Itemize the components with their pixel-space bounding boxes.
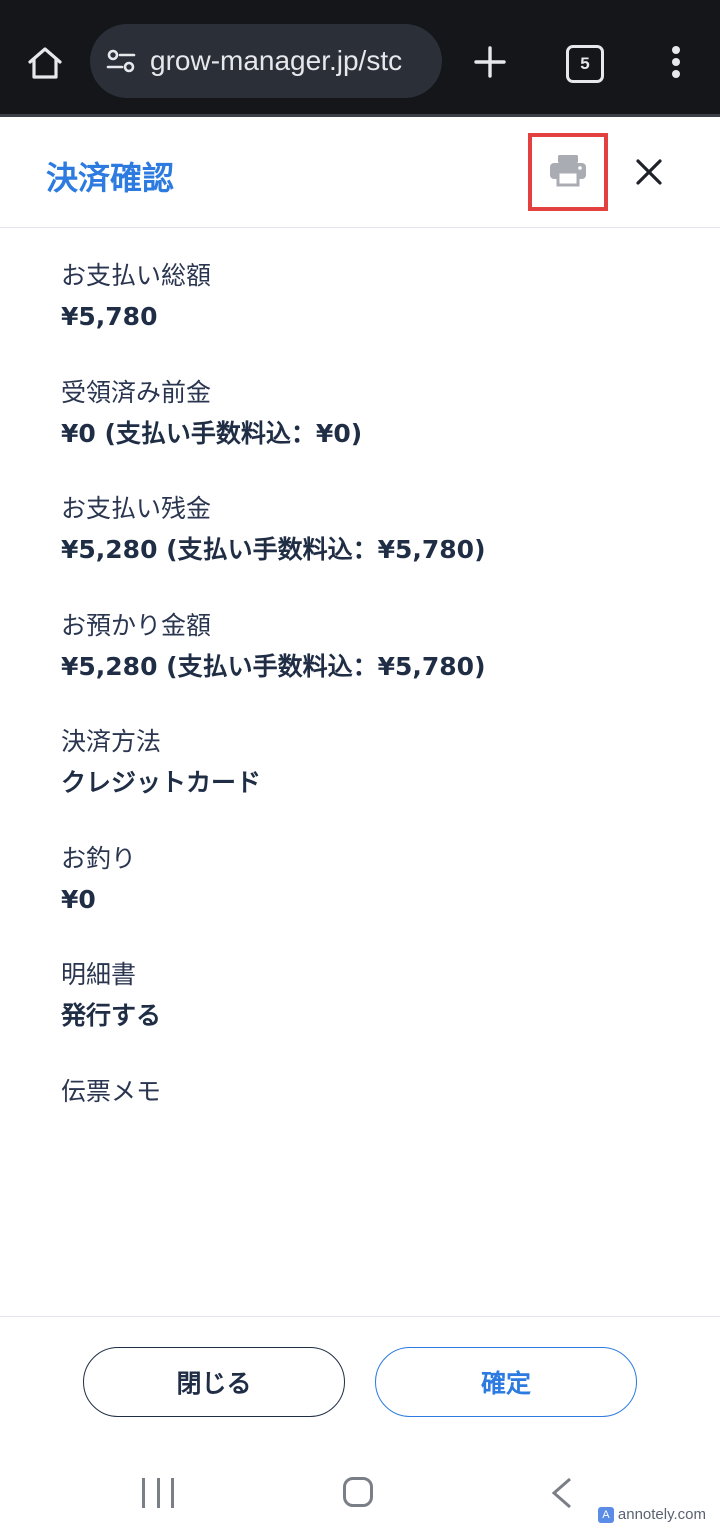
close-icon[interactable]	[626, 149, 672, 195]
new-tab-plus-icon[interactable]	[466, 38, 514, 86]
modal-header: 決済確認	[0, 117, 720, 228]
field-label: お釣り	[61, 843, 137, 873]
field-value: ¥0	[61, 884, 96, 914]
watermark-text: annotely.com	[617, 1506, 706, 1523]
field-payment-method: 決済方法 クレジットカード	[61, 722, 681, 839]
back-icon[interactable]	[548, 1476, 574, 1510]
field-value: ¥0 (支払い手数料込：¥0)	[61, 418, 363, 448]
address-bar[interactable]: grow-manager.jp/stc	[90, 24, 442, 98]
system-nav-bar	[0, 1450, 720, 1538]
confirm-button[interactable]: 確定	[375, 1347, 637, 1417]
field-value	[61, 1112, 681, 1154]
footer-divider	[0, 1316, 720, 1317]
browser-toolbar: grow-manager.jp/stc 5	[0, 0, 720, 116]
field-label: 受領済み前金	[61, 377, 212, 407]
field-total-amount: お支払い総額 ¥5,780	[61, 256, 681, 373]
field-label: 明細書	[61, 960, 137, 989]
field-remaining-balance: お支払い残金 ¥5,280 (支払い手数料込：¥5,780)	[61, 489, 681, 606]
field-received-deposit: 受領済み前金 ¥0 (支払い手数料込：¥0)	[61, 373, 681, 490]
url-text[interactable]: grow-manager.jp/stc	[150, 45, 402, 77]
printer-icon[interactable]	[548, 153, 588, 191]
more-vert-icon[interactable]	[658, 40, 694, 84]
field-statement: 明細書 発行する	[61, 955, 681, 1072]
close-button[interactable]: 閉じる	[83, 1347, 345, 1417]
field-value: クレジットカード	[61, 768, 262, 797]
field-value: ¥5,280 (支払い手数料込：¥5,780)	[61, 535, 486, 564]
recent-apps-icon[interactable]	[142, 1478, 174, 1508]
field-amount-received: お預かり金額 ¥5,280 (支払い手数料込：¥5,780)	[61, 606, 681, 723]
field-label: 決済方法	[61, 727, 162, 756]
field-label: お支払い総額	[61, 261, 212, 290]
print-highlight-box	[528, 133, 608, 211]
field-change: お釣り ¥0	[61, 839, 681, 956]
watermark: A annotely.com	[597, 1506, 706, 1523]
annotely-logo-icon: A	[597, 1506, 614, 1523]
field-value: 発行する	[61, 1001, 162, 1030]
field-slip-memo: 伝票メモ	[61, 1072, 681, 1189]
field-value: ¥5,780	[61, 302, 158, 331]
home-nav-icon[interactable]	[343, 1477, 373, 1507]
site-settings-icon[interactable]	[104, 44, 138, 78]
tab-switcher-button[interactable]: 5	[566, 45, 604, 83]
field-value: ¥5,280 (支払い手数料込：¥5,780)	[61, 651, 486, 681]
field-label: お預かり金額	[61, 610, 212, 640]
modal-title: 決済確認	[46, 159, 175, 197]
payment-details: お支払い総額 ¥5,780 受領済み前金 ¥0 (支払い手数料込：¥0) お支払…	[61, 256, 681, 1188]
field-label: 伝票メモ	[61, 1076, 162, 1106]
field-label: お支払い残金	[61, 494, 212, 523]
home-icon[interactable]	[18, 38, 72, 88]
